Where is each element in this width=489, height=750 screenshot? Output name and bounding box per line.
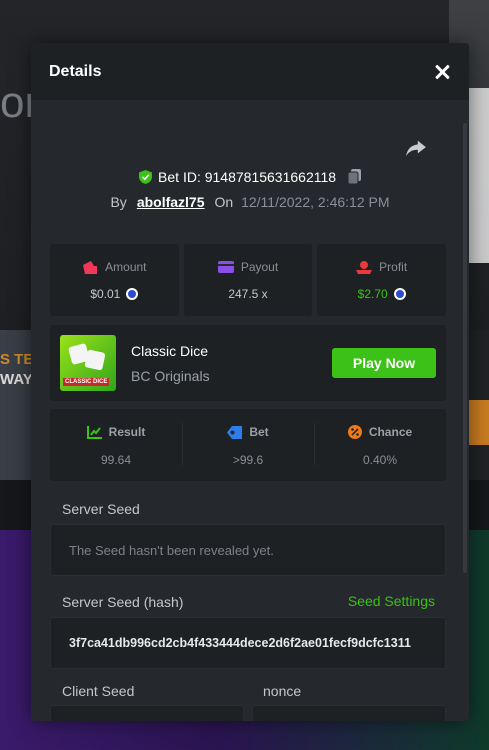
by-label: By: [110, 194, 127, 210]
bet-date: 12/11/2022, 2:46:12 PM: [241, 194, 390, 210]
background-banner-line-2: WAY: [0, 371, 33, 388]
background-banner-line-1: S TE: [0, 351, 34, 368]
stat-profit-label: Profit: [379, 260, 408, 274]
bet-tag-icon: [227, 425, 243, 439]
seed-settings-link[interactable]: Seed Settings: [348, 593, 435, 609]
background-banner-text: S TE WAY: [0, 350, 33, 390]
stat-payout-value-row: 247.5 x: [184, 287, 313, 301]
coin-icon: [126, 288, 139, 300]
result-value: 99.64: [100, 453, 132, 467]
modal-header: Details: [31, 43, 469, 100]
result-label: Result: [108, 425, 146, 439]
nonce-field[interactable]: [252, 705, 446, 721]
dice-icon: [84, 349, 106, 371]
server-seed-field: The Seed hasn't been revealed yet.: [50, 524, 446, 576]
background-shirt: [469, 88, 489, 263]
chance-label: Chance: [368, 425, 413, 439]
bet-label-row: Bet: [182, 425, 314, 439]
profit-icon: [356, 260, 373, 274]
background-banner-accent: [469, 400, 489, 445]
game-thumbnail-label: CLASSIC DICE: [63, 378, 110, 386]
close-icon[interactable]: [433, 63, 451, 81]
stat-amount-value-row: $0.01: [50, 287, 179, 301]
game-name[interactable]: Classic Dice: [131, 343, 208, 359]
stat-profit: Profit $2.70: [317, 244, 447, 316]
stat-payout: Payout 247.5 x: [183, 244, 313, 316]
stat-amount-label: Amount: [105, 260, 147, 274]
bet-label: Bet: [249, 425, 269, 439]
bet-stats: Amount $0.01 Payout 247.5 x Profit $2.70: [50, 244, 447, 316]
shield-check-icon: [139, 170, 153, 184]
nonce-label: nonce: [263, 683, 302, 699]
stat-amount-value: $0.01: [90, 287, 121, 301]
result-label-row: Result: [50, 425, 182, 439]
chance-value: 0.40%: [362, 453, 398, 467]
bet-value: >99.6: [232, 453, 264, 467]
modal-scrollbar[interactable]: [463, 123, 467, 573]
game-provider: BC Originals: [131, 368, 210, 384]
percent-icon: [347, 425, 362, 439]
username-link[interactable]: abolfazl75: [137, 194, 205, 210]
client-seed-field[interactable]: [50, 705, 244, 721]
bet-details-modal: Details Bet ID: 91487815631662118 By abol…: [31, 43, 469, 721]
stat-payout-label: Payout: [240, 260, 279, 274]
client-seed-label: Client Seed: [62, 683, 135, 699]
card-icon: [217, 261, 234, 273]
share-icon[interactable]: [405, 139, 427, 157]
bet-author-row: By abolfazl75 On 12/11/2022, 2:46:12 PM: [31, 194, 469, 210]
stat-profit-label-row: Profit: [317, 260, 446, 274]
stat-profit-value-row: $2.70: [317, 287, 446, 301]
stat-profit-value: $2.70: [357, 287, 388, 301]
server-seed-hash-field[interactable]: 3f7ca41db996cd2cb4f433444dece2d6f2ae01fe…: [50, 617, 446, 669]
modal-title: Details: [49, 62, 102, 80]
play-now-button[interactable]: Play Now: [332, 348, 436, 378]
copy-icon[interactable]: [347, 169, 361, 184]
stat-amount-label-row: Amount: [50, 260, 179, 274]
on-label: On: [214, 194, 234, 210]
trend-chart-icon: [86, 425, 102, 439]
chance-label-row: Chance: [314, 425, 446, 439]
bet-id-row: Bet ID: 91487815631662118: [31, 169, 469, 185]
bet-id: Bet ID: 91487815631662118: [158, 169, 337, 185]
amount-icon: [83, 260, 98, 274]
server-seed-hash-label: Server Seed (hash): [62, 594, 184, 610]
result-column: Result 99.64: [50, 409, 182, 481]
result-stats: Result 99.64 Bet >99.6 Chance 0.40%: [50, 409, 446, 481]
game-card: CLASSIC DICE Classic Dice BC Originals P…: [50, 325, 446, 401]
stat-payout-value: 247.5 x: [228, 287, 268, 301]
server-seed-label: Server Seed: [62, 501, 140, 517]
stat-amount: Amount $0.01: [50, 244, 179, 316]
stat-payout-label-row: Payout: [184, 260, 313, 274]
bet-column: Bet >99.6: [182, 409, 314, 481]
chance-column: Chance 0.40%: [314, 409, 446, 481]
game-thumbnail[interactable]: CLASSIC DICE: [60, 335, 116, 391]
coin-icon: [393, 288, 406, 300]
